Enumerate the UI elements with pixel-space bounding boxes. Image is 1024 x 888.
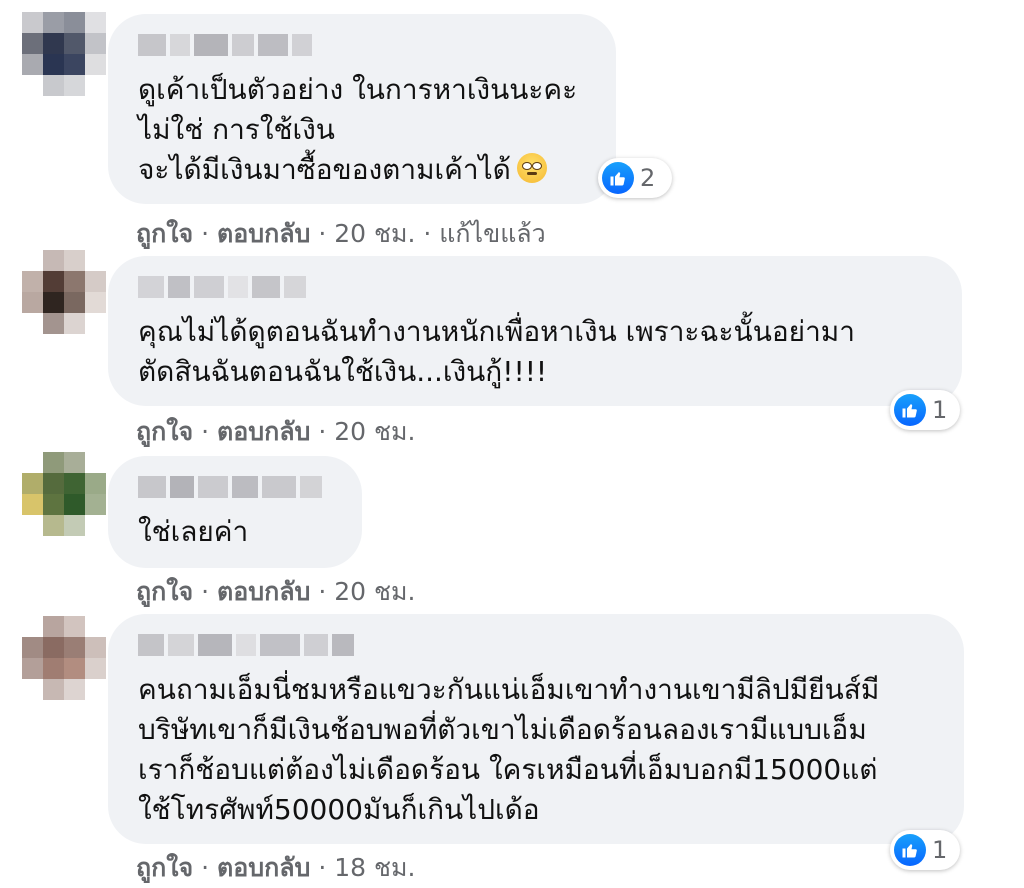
comment-bubble: ใช่เลยค่า bbox=[108, 456, 362, 568]
comment-actions: ถูกใจ · ตอบกลับ · 18 ชม. bbox=[136, 853, 416, 882]
timestamp[interactable]: 20 ชม. bbox=[334, 417, 415, 446]
like-link[interactable]: ถูกใจ bbox=[136, 417, 193, 446]
reply-link[interactable]: ตอบกลับ bbox=[217, 853, 310, 882]
commenter-name-blurred[interactable] bbox=[138, 634, 934, 656]
reply-link[interactable]: ตอบกลับ bbox=[217, 417, 310, 446]
thumbs-up-icon bbox=[894, 834, 926, 866]
timestamp[interactable]: 20 ชม. bbox=[334, 219, 415, 248]
comment-actions: ถูกใจ · ตอบกลับ · 20 ชม. bbox=[136, 417, 416, 446]
comment-text: ดูเค้าเป็นตัวอย่าง ในการหาเงินนะคะ ไม่ใช… bbox=[138, 73, 578, 186]
face-with-rolling-eyes-icon bbox=[516, 153, 547, 183]
commenter-name-blurred[interactable] bbox=[138, 34, 586, 56]
comment-bubble: คนถามเอ็มนี่ชมหรือแขวะกันแน่เอ็มเขาทำงาน… bbox=[108, 614, 964, 844]
thumbs-up-icon bbox=[602, 162, 634, 194]
comment-text: ใช่เลยค่า bbox=[138, 515, 249, 548]
reaction-summary[interactable]: 1 bbox=[890, 830, 960, 870]
like-link[interactable]: ถูกใจ bbox=[136, 219, 193, 248]
avatar[interactable] bbox=[22, 452, 106, 536]
reaction-count: 1 bbox=[932, 836, 948, 864]
comment-bubble: ดูเค้าเป็นตัวอย่าง ในการหาเงินนะคะ ไม่ใช… bbox=[108, 14, 616, 204]
reaction-summary[interactable]: 1 bbox=[890, 390, 960, 430]
timestamp[interactable]: 18 ชม. bbox=[334, 853, 415, 882]
comment-actions: ถูกใจ · ตอบกลับ · 20 ชม. bbox=[136, 577, 416, 606]
like-link[interactable]: ถูกใจ bbox=[136, 853, 193, 882]
reaction-count: 2 bbox=[640, 164, 656, 192]
reaction-summary[interactable]: 2 bbox=[598, 158, 672, 198]
reaction-count: 1 bbox=[932, 396, 948, 424]
like-link[interactable]: ถูกใจ bbox=[136, 577, 193, 606]
reply-link[interactable]: ตอบกลับ bbox=[217, 219, 310, 248]
avatar[interactable] bbox=[22, 12, 106, 96]
edited-label[interactable]: แก้ไขแล้ว bbox=[439, 219, 545, 248]
thumbs-up-icon bbox=[894, 394, 926, 426]
reply-link[interactable]: ตอบกลับ bbox=[217, 577, 310, 606]
comment-text: คนถามเอ็มนี่ชมหรือแขวะกันแน่เอ็มเขาทำงาน… bbox=[138, 673, 880, 826]
commenter-name-blurred[interactable] bbox=[138, 476, 332, 498]
timestamp[interactable]: 20 ชม. bbox=[334, 577, 415, 606]
avatar[interactable] bbox=[22, 616, 106, 700]
comment-text: คุณไม่ได้ดูตอนฉันทำงานหนักเพื่อหาเงิน เพ… bbox=[138, 315, 855, 388]
avatar[interactable] bbox=[22, 250, 106, 334]
commenter-name-blurred[interactable] bbox=[138, 276, 932, 298]
comment-bubble: คุณไม่ได้ดูตอนฉันทำงานหนักเพื่อหาเงิน เพ… bbox=[108, 256, 962, 406]
comment-actions: ถูกใจ · ตอบกลับ · 20 ชม. · แก้ไขแล้ว bbox=[136, 219, 546, 248]
